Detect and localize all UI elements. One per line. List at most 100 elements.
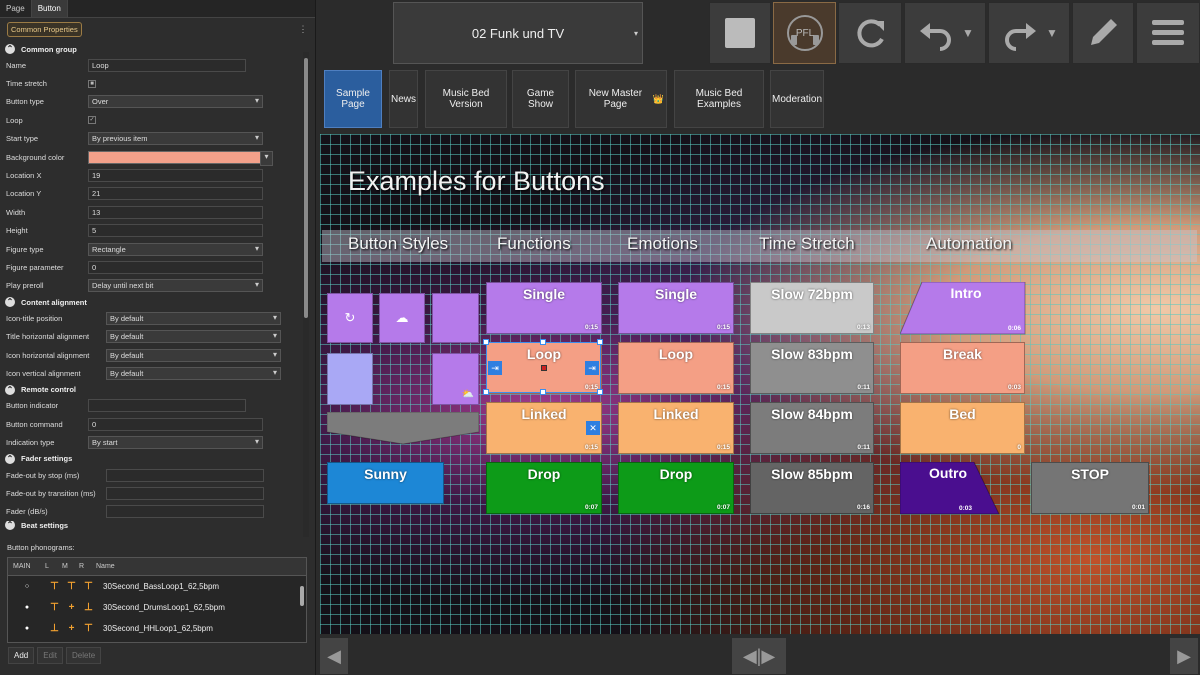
next-page-button[interactable]: ▶ (1170, 638, 1198, 674)
tab-button[interactable]: Button (31, 0, 68, 17)
icon-h-align-select[interactable]: By default (106, 348, 281, 362)
resize-handle[interactable] (540, 339, 546, 345)
resize-handle[interactable] (483, 339, 489, 345)
style-button[interactable] (432, 293, 479, 343)
chevron-down-icon[interactable]: ▼ (1046, 26, 1058, 40)
emotions-loop-button[interactable]: Loop 0:15 (618, 342, 734, 394)
channel-r-icon[interactable]: ⊤ (80, 581, 97, 592)
tab-sample-page[interactable]: Sample Page (324, 70, 382, 128)
fader-field[interactable] (106, 505, 264, 519)
chevron-style-button[interactable] (327, 412, 479, 446)
start-type-select[interactable]: By previous item (88, 132, 263, 146)
button-indicator-field[interactable] (88, 399, 246, 413)
fadeout-transition-field[interactable] (106, 486, 264, 500)
resize-handle[interactable] (540, 389, 546, 395)
button-command-field[interactable]: 0 (88, 417, 263, 431)
scrollbar-thumb[interactable] (300, 586, 304, 606)
redo-button[interactable]: ▼ (988, 2, 1070, 64)
unlink-icon[interactable]: ✕ (586, 421, 600, 435)
section-content-alignment[interactable]: ⌃ Content alignment (0, 295, 302, 309)
play-preroll-select[interactable]: Delay until next bit (88, 279, 263, 293)
tab-new-master-page[interactable]: New Master Page 👑 (575, 70, 667, 128)
undo-button[interactable]: ▼ (904, 2, 986, 64)
resize-handle[interactable] (597, 339, 603, 345)
tab-music-bed-examples[interactable]: Music Bed Examples (674, 70, 764, 128)
channel-l-icon[interactable]: ⊥ (46, 623, 63, 634)
stop-button[interactable] (709, 2, 771, 64)
phonogram-row[interactable]: ○ ⊤ ⊤ ⊤ 30Second_BassLoop1_62,5bpm (8, 576, 306, 597)
break-button[interactable]: Break 0:03 (900, 342, 1025, 394)
bed-button[interactable]: Bed 0 (900, 402, 1025, 454)
section-beat-settings[interactable]: ⌃ Beat settings (0, 520, 302, 530)
intro-button[interactable]: Intro 0:06 (900, 282, 1026, 335)
col-l[interactable]: L (40, 563, 57, 570)
location-y-field[interactable]: 21 (88, 187, 263, 201)
tab-page[interactable]: Page (0, 0, 32, 17)
stop-action-button[interactable]: STOP 0:01 (1031, 462, 1149, 514)
collapse-icon[interactable]: ⌃ (5, 384, 15, 395)
channel-m-icon[interactable]: + (63, 623, 80, 634)
section-remote-control[interactable]: ⌃ Remote control (0, 383, 302, 397)
time-stretch-checkbox[interactable]: ■ (88, 79, 96, 88)
time-stretch-85-button[interactable]: Slow 85bpm 0:16 (750, 462, 874, 514)
col-m[interactable]: M (57, 563, 74, 570)
weather-style-button[interactable]: ⛅ (432, 353, 479, 405)
emotions-linked-button[interactable]: Linked 0:15 (618, 402, 734, 454)
emotions-drop-button[interactable]: Drop 0:07 (618, 462, 734, 514)
previous-page-button[interactable]: ◀ (320, 638, 348, 674)
button-type-select[interactable]: Over (88, 95, 263, 109)
reload-button[interactable] (838, 2, 902, 64)
outro-button[interactable]: Outro 0:03 (900, 462, 1000, 515)
name-field[interactable]: Loop (88, 58, 246, 72)
properties-scrollbar[interactable] (303, 52, 309, 537)
icon-title-position-select[interactable]: By default (106, 311, 281, 325)
loop-checkbox[interactable]: ✓ (88, 116, 96, 125)
center-handle[interactable] (541, 365, 547, 371)
edit-mode-button[interactable] (1072, 2, 1134, 64)
link-left-icon[interactable]: ⇥ (488, 361, 502, 375)
scrollbar-thumb[interactable] (304, 58, 308, 318)
time-stretch-72-button[interactable]: Slow 72bpm 0:13 (750, 282, 874, 334)
sunny-button[interactable]: Sunny (327, 462, 444, 504)
tab-news[interactable]: News (389, 70, 418, 128)
section-fader-settings[interactable]: ⌃ Fader settings (0, 452, 302, 466)
collapse-icon[interactable]: ⌃ (5, 297, 15, 308)
channel-r-icon[interactable]: ⊤ (80, 623, 97, 634)
height-field[interactable]: 5 (88, 224, 263, 238)
section-common-group[interactable]: ⌃ Common group (0, 42, 302, 56)
channel-l-icon[interactable]: ⊤ (46, 581, 63, 592)
channel-m-icon[interactable]: + (63, 602, 80, 613)
cloud-style-button[interactable]: ☁ (379, 293, 425, 343)
col-r[interactable]: R (74, 563, 91, 570)
functions-linked-button[interactable]: Linked 0:15 (486, 402, 602, 454)
menu-button[interactable] (1136, 2, 1200, 64)
add-button[interactable]: Add (8, 647, 35, 664)
icon-v-align-select[interactable]: By default (106, 366, 281, 380)
col-main[interactable]: MAIN (8, 563, 40, 570)
lavender-style-button[interactable] (327, 353, 373, 405)
functions-single-button[interactable]: Single 0:15 (486, 282, 602, 334)
phonogram-row[interactable]: ● ⊤ + ⊥ 30Second_DrumsLoop1_62,5bpm (8, 597, 306, 618)
chevron-down-icon[interactable]: ▼ (962, 26, 974, 40)
link-right-icon[interactable]: ⇥ (585, 361, 599, 375)
time-stretch-83-button[interactable]: Slow 83bpm 0:11 (750, 342, 874, 394)
main-radio[interactable]: ● (8, 604, 46, 611)
collapse-icon[interactable]: ⌃ (5, 520, 15, 530)
channel-m-icon[interactable]: ⊤ (63, 581, 80, 592)
reload-style-button[interactable]: ↻ (327, 293, 373, 343)
phonograms-scrollbar[interactable] (300, 578, 305, 640)
col-name[interactable]: Name (91, 563, 115, 570)
location-x-field[interactable]: 19 (88, 169, 263, 183)
channel-l-icon[interactable]: ⊤ (46, 602, 63, 613)
collapse-icon[interactable]: ⌃ (5, 44, 15, 54)
channel-r-icon[interactable]: ⊥ (80, 602, 97, 613)
page-select[interactable]: 02 Funk und TV ▾ (393, 2, 643, 64)
fadeout-stop-field[interactable] (106, 468, 264, 482)
tab-music-bed-version[interactable]: Music Bed Version (425, 70, 507, 128)
more-options-icon[interactable]: ⋮ (298, 24, 308, 35)
figure-parameter-field[interactable]: 0 (88, 260, 263, 274)
resize-handle[interactable] (483, 389, 489, 395)
common-properties-button[interactable]: Common Properties (7, 21, 82, 37)
title-h-align-select[interactable]: By default (106, 330, 281, 344)
main-radio[interactable]: ● (8, 625, 46, 632)
